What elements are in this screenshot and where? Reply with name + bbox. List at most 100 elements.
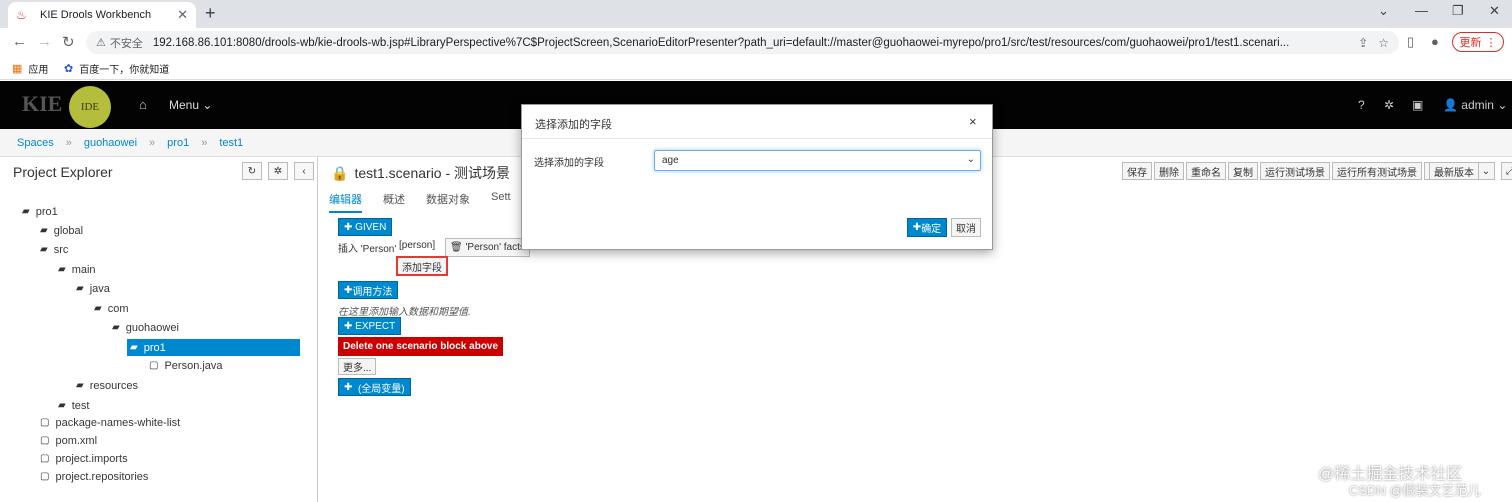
- home-icon[interactable]: ⌂: [139, 97, 147, 112]
- restore-icon[interactable]: ❐: [1452, 3, 1464, 19]
- field-select[interactable]: age ⌄: [654, 150, 981, 171]
- editor-title: 🔒 test1.scenario - 测试场景: [331, 163, 510, 183]
- warning-icon[interactable]: ⚠: [96, 36, 106, 49]
- window-close-icon[interactable]: ✕: [1489, 3, 1500, 19]
- kie-logo: KIE: [22, 91, 63, 116]
- breadcrumb-spaces[interactable]: Spaces: [17, 137, 54, 149]
- url-text[interactable]: 192.168.86.101:8080/drools-wb/kie-drools…: [153, 37, 1348, 49]
- refresh-icon[interactable]: ↻: [242, 162, 262, 180]
- tree-item[interactable]: ▢ project.imports: [40, 450, 128, 467]
- tab-settings[interactable]: Sett: [491, 191, 511, 213]
- tree-item[interactable]: ▰ resources: [76, 377, 138, 394]
- tree-item[interactable]: ▢ project.repositories: [40, 468, 148, 485]
- tree-item[interactable]: ▢ Person.java: [149, 357, 223, 374]
- folder-open-icon: ▰: [130, 342, 138, 353]
- browser-tab-title: KIE Drools Workbench: [40, 9, 152, 21]
- update-button[interactable]: 更新 ⋮: [1452, 32, 1504, 52]
- reload-icon[interactable]: ↻: [62, 33, 75, 51]
- bookmark-apps[interactable]: ▦ 应用: [12, 61, 48, 76]
- copy-button[interactable]: 复制: [1228, 162, 1258, 180]
- share-icon[interactable]: ⇪: [1358, 36, 1368, 50]
- forward-icon[interactable]: →: [37, 33, 52, 50]
- breadcrumb-asset[interactable]: test1: [219, 137, 243, 149]
- run-all-scenarios-button[interactable]: 运行所有测试场景: [1332, 162, 1422, 180]
- given-button[interactable]: ✚ GIVEN: [338, 218, 393, 236]
- browser-tab-bar: ♨ KIE Drools Workbench ✕ + ⌄ — ❐ ✕: [0, 0, 1512, 28]
- add-field-button[interactable]: 添加字段: [396, 256, 448, 276]
- run-scenario-button[interactable]: 运行测试场景: [1260, 162, 1330, 180]
- tree-item[interactable]: ▰ global: [40, 222, 83, 239]
- collapse-icon[interactable]: ‹: [294, 162, 314, 180]
- back-icon[interactable]: ←: [12, 33, 27, 50]
- tree-item[interactable]: ▰ guohaowei: [112, 319, 179, 336]
- file-icon: ▢: [40, 435, 50, 446]
- user-menu[interactable]: 👤 admin ⌄: [1443, 98, 1507, 112]
- chevron-down-icon[interactable]: ⌄: [1378, 3, 1389, 19]
- tab-data-objects[interactable]: 数据对象: [426, 191, 470, 213]
- close-icon[interactable]: ✕: [177, 7, 188, 23]
- globals-button[interactable]: ✚ (全局变量): [338, 378, 411, 396]
- tree-item[interactable]: ▰ src: [40, 241, 68, 258]
- more-button[interactable]: 更多...: [338, 358, 377, 375]
- star-icon[interactable]: ☆: [1378, 36, 1389, 50]
- close-icon[interactable]: ×: [969, 114, 977, 129]
- gear-icon[interactable]: ✲: [268, 162, 288, 180]
- call-method-button[interactable]: ✚ 调用方法: [338, 281, 399, 299]
- maximize-icon[interactable]: ⤢: [1501, 162, 1512, 180]
- omnibox[interactable]: ⚠ 不安全 192.168.86.101:8080/drools-wb/kie-…: [86, 31, 1399, 54]
- cancel-button[interactable]: 取消: [951, 218, 981, 237]
- browser-tab[interactable]: ♨ KIE Drools Workbench ✕: [8, 2, 196, 28]
- delete-block-button[interactable]: Delete one scenario block above: [338, 337, 504, 356]
- bookmarks-bar: ▦ 应用 ✿ 百度一下，你就知道: [0, 56, 1512, 80]
- insert-person-text: 插入 'Person': [338, 244, 397, 255]
- tab-overview[interactable]: 概述: [383, 191, 405, 213]
- user-icon: 👤: [1443, 98, 1458, 112]
- breadcrumb-project[interactable]: pro1: [167, 137, 189, 149]
- folder-open-icon: ▰: [58, 264, 66, 275]
- gear-icon[interactable]: ✲: [1384, 98, 1394, 112]
- menu-label: Menu: [169, 98, 200, 112]
- file-icon: ▢: [40, 471, 50, 482]
- rename-button[interactable]: 重命名: [1186, 162, 1226, 180]
- breadcrumb-separator: »: [149, 136, 156, 149]
- breadcrumb-space[interactable]: guohaowei: [84, 137, 137, 149]
- person-facts-button[interactable]: 🗑 'Person' facts: [445, 238, 530, 257]
- tab-editor[interactable]: 编辑器: [329, 191, 362, 213]
- folder-open-icon: ▰: [22, 206, 30, 217]
- person-variable[interactable]: [person]: [399, 240, 435, 251]
- profile-icon[interactable]: ●: [1431, 34, 1439, 49]
- ok-button[interactable]: ✚ 确定: [907, 218, 947, 237]
- more-vert-icon: ⋮: [1485, 36, 1497, 49]
- new-tab-icon[interactable]: +: [205, 3, 216, 23]
- folder-open-icon: ▰: [112, 322, 120, 333]
- editor-tabs: 编辑器 概述 数据对象 Sett: [329, 191, 511, 213]
- editor-toolbar: 保存 删除 重命名 复制 运行测试场景 运行所有测试场景 最新版本 ⌄ ⤢ ✕: [1122, 162, 1512, 180]
- bookmark-baidu[interactable]: ✿ 百度一下，你就知道: [64, 61, 169, 76]
- camera-icon[interactable]: ▣: [1412, 98, 1423, 112]
- insecure-label[interactable]: 不安全: [110, 35, 143, 51]
- minimize-icon[interactable]: —: [1415, 3, 1428, 18]
- expect-button[interactable]: ✚ EXPECT: [338, 317, 402, 335]
- plus-icon: ✚: [344, 320, 353, 332]
- tree-item-selected[interactable]: ▰ pro1: [127, 339, 300, 356]
- tree-item[interactable]: ▢ package-names-white-list: [40, 414, 180, 431]
- tree-item[interactable]: ▰ pro1: [22, 203, 58, 220]
- tree-item[interactable]: ▢ pom.xml: [40, 432, 97, 449]
- apps-grid-icon: ▦: [12, 63, 23, 75]
- tree-item[interactable]: ▰ main: [58, 261, 96, 278]
- tree-item[interactable]: ▰ java: [76, 280, 110, 297]
- latest-version-dropdown[interactable]: 最新版本 ⌄: [1424, 162, 1496, 180]
- tree-item[interactable]: ▰ com: [94, 300, 128, 317]
- sidebar-icon[interactable]: ▯: [1407, 34, 1414, 50]
- delete-button[interactable]: 删除: [1154, 162, 1184, 180]
- tree-item[interactable]: ▰ test: [58, 397, 89, 414]
- menu-button[interactable]: Menu ⌄: [169, 98, 212, 112]
- trash-icon: 🗑: [450, 242, 463, 253]
- folder-icon: ▰: [40, 225, 48, 236]
- help-icon[interactable]: ?: [1358, 98, 1365, 112]
- save-button[interactable]: 保存: [1122, 162, 1152, 180]
- update-label: 更新: [1459, 37, 1482, 49]
- plus-icon: ✚: [344, 221, 353, 233]
- ide-logo: IDE: [69, 86, 111, 128]
- plus-icon: ✚: [344, 381, 353, 393]
